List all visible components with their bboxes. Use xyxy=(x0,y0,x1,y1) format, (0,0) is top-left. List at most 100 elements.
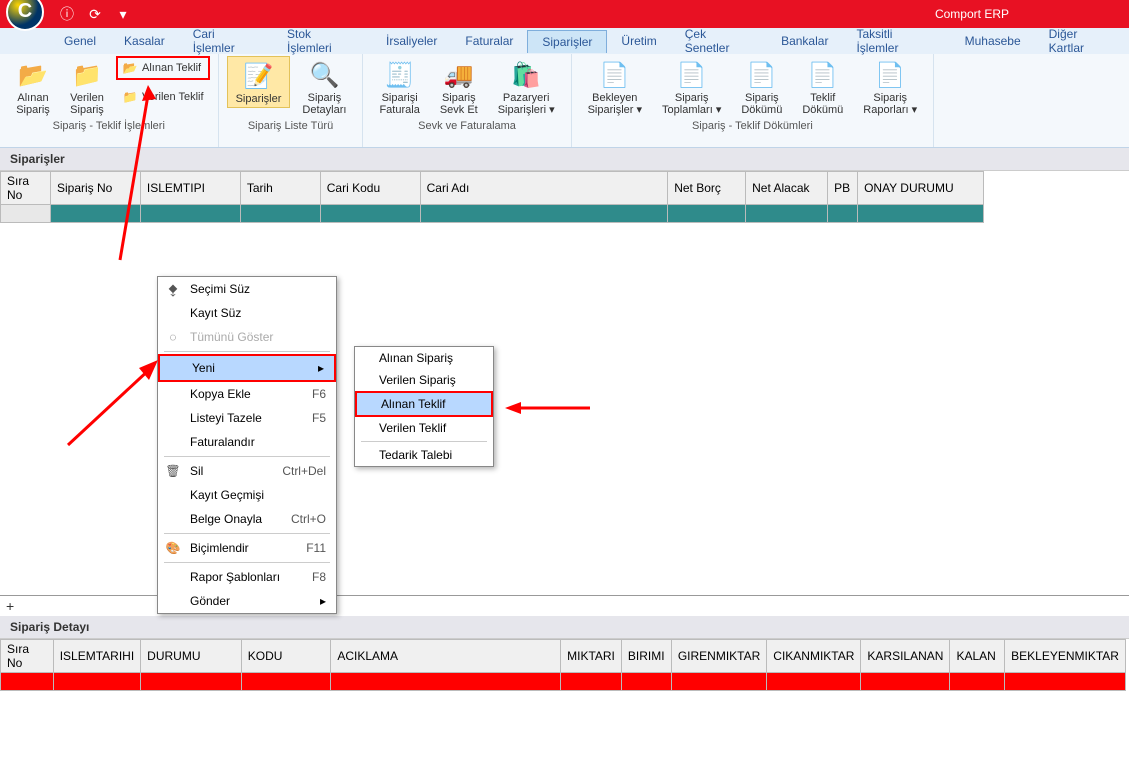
sub-alinan-siparis[interactable]: Alınan Sipariş xyxy=(355,347,493,369)
menu-fatura[interactable]: Faturalar xyxy=(451,30,527,52)
cm-yeni[interactable]: Yeni▸ xyxy=(158,354,336,382)
docs-icon: 📄 xyxy=(598,58,632,92)
cm-kayit-gecmisi[interactable]: Kayıt Geçmişi xyxy=(158,483,336,507)
context-submenu-yeni: Alınan Sipariş Verilen Sipariş Alınan Te… xyxy=(354,346,494,467)
col-tarih[interactable]: Tarih xyxy=(240,172,320,205)
col-bekleyen[interactable]: BEKLEYENMIKTAR xyxy=(1005,640,1126,673)
refresh-icon[interactable]: ⟳ xyxy=(86,5,104,23)
col-sira-no[interactable]: Sıra No xyxy=(1,172,51,205)
docs-icon: 📄 xyxy=(806,58,840,92)
siparis-sevk-button[interactable]: 🚚 Sipariş Sevk Et xyxy=(432,56,486,118)
col-cari-kodu[interactable]: Cari Kodu xyxy=(320,172,420,205)
alinan-siparis-button[interactable]: 📂 Alınan Sipariş xyxy=(8,56,58,118)
siparis-raporlari-button[interactable]: 📄 Sipariş Raporları ▾ xyxy=(855,56,925,118)
menu-kasalar[interactable]: Kasalar xyxy=(110,30,179,52)
col-net-borc[interactable]: Net Borç xyxy=(668,172,746,205)
col-miktari[interactable]: MIKTARI xyxy=(561,640,622,673)
format-icon: 🎨 xyxy=(164,540,182,556)
folder-in-icon: 📂 xyxy=(16,58,50,92)
col-girenmiktar[interactable]: GIRENMIKTAR xyxy=(671,640,766,673)
bekleyen-siparisler-button[interactable]: 📄 Bekleyen Siparişler ▾ xyxy=(580,56,650,118)
col-onay[interactable]: ONAY DURUMU xyxy=(858,172,984,205)
col-islemtarihi[interactable]: ISLEMTARIHI xyxy=(53,640,140,673)
menu-diger[interactable]: Diğer Kartlar xyxy=(1035,23,1129,59)
cm-kayit-suz[interactable]: Kayıt Süz xyxy=(158,301,336,325)
ribbon-group-2: 📝 Siparişler 🔍 Sipariş Detayları Sipariş… xyxy=(219,54,364,147)
truck-icon: 🚚 xyxy=(442,58,476,92)
siparisler-button[interactable]: 📝 Siparişler xyxy=(227,56,291,108)
app-title: Comport ERP xyxy=(935,7,1009,21)
cm-belge-onayla[interactable]: Belge OnaylaCtrl+O xyxy=(158,507,336,531)
col-cari-adi[interactable]: Cari Adı xyxy=(420,172,668,205)
col-net-alacak[interactable]: Net Alacak xyxy=(746,172,828,205)
delete-icon: 🗑 xyxy=(164,463,182,479)
sub-tedarik-talebi[interactable]: Tedarik Talebi xyxy=(355,444,493,466)
chevron-right-icon: ▸ xyxy=(318,361,324,375)
menu-siparisler[interactable]: Siparişler xyxy=(527,30,607,53)
titlebar: C ⓘ ⟳ ▾ Comport ERP xyxy=(0,0,1129,28)
siparisi-faturala-button[interactable]: 🧾 Siparişi Faturala xyxy=(371,56,427,118)
col-cikanmiktar[interactable]: CIKANMIKTAR xyxy=(767,640,861,673)
table-siparis-detay[interactable]: Sıra No ISLEMTARIHI DURUMU KODU ACIKLAMA… xyxy=(0,639,1126,691)
sub-verilen-siparis[interactable]: Verilen Sipariş xyxy=(355,369,493,391)
menu-bankalar[interactable]: Bankalar xyxy=(767,30,842,52)
show-all-icon: ◌ xyxy=(164,329,182,345)
teklif-dokumu-button[interactable]: 📄 Teklif Dökümü xyxy=(794,56,851,118)
pazaryeri-button[interactable]: 🛍️ Pazaryeri Siparişleri ▾ xyxy=(490,56,563,118)
cm-secimi-suz[interactable]: ⧪Seçimi Süz xyxy=(158,277,336,301)
context-menu-main: ⧪Seçimi Süz Kayıt Süz ◌Tümünü Göster Yen… xyxy=(157,276,337,614)
group-title: Sipariş - Teklif Dökümleri xyxy=(692,120,813,132)
docs-icon: 📄 xyxy=(675,58,709,92)
col-aciklama[interactable]: ACIKLAMA xyxy=(331,640,561,673)
cm-faturalandir[interactable]: Faturalandır xyxy=(158,430,336,454)
cm-kopya-ekle[interactable]: Kopya EkleF6 xyxy=(158,382,336,406)
titlebar-icons: ⓘ ⟳ ▾ xyxy=(58,5,132,23)
siparis-toplamlari-button[interactable]: 📄 Sipariş Toplamları ▾ xyxy=(654,56,729,118)
cm-gonder[interactable]: Gönder▸ xyxy=(158,589,336,613)
siparis-detaylari-button[interactable]: 🔍 Sipariş Detayları xyxy=(294,56,354,118)
note-icon: 📝 xyxy=(241,59,275,93)
app-logo: C xyxy=(6,0,44,31)
filter-icon: ⧪ xyxy=(164,281,182,297)
menubar: Genel Kasalar Cari İşlemler Stok İşlemle… xyxy=(0,28,1129,54)
group-title: Sipariş Liste Türü xyxy=(248,120,333,132)
docs-icon: 📄 xyxy=(745,58,779,92)
annotation-arrow-1 xyxy=(110,85,160,268)
sub-alinan-teklif[interactable]: Alınan Teklif xyxy=(355,391,493,417)
panel-title-detay: Sipariş Detayı xyxy=(0,616,1129,639)
cm-listeyi-tazele[interactable]: Listeyi TazeleF5 xyxy=(158,406,336,430)
col-sira-no[interactable]: Sıra No xyxy=(1,640,54,673)
annotation-arrow-2 xyxy=(63,360,163,453)
menu-muhasebe[interactable]: Muhasebe xyxy=(951,30,1035,52)
table-row[interactable] xyxy=(1,673,1126,691)
col-birimi[interactable]: BIRIMI xyxy=(621,640,671,673)
shield-icon[interactable]: ▾ xyxy=(114,5,132,23)
col-kodu[interactable]: KODU xyxy=(241,640,331,673)
col-karsilanan[interactable]: KARSILANAN xyxy=(861,640,950,673)
menu-uretim[interactable]: Üretim xyxy=(607,30,670,52)
info-icon[interactable]: ⓘ xyxy=(58,5,76,23)
annotation-arrow-3 xyxy=(505,398,595,421)
folder-out-icon: 📁 xyxy=(70,58,104,92)
menu-irsaliye[interactable]: İrsaliyeler xyxy=(372,30,451,52)
menu-genel[interactable]: Genel xyxy=(50,30,110,52)
siparis-dokumu-button[interactable]: 📄 Sipariş Dökümü xyxy=(733,56,790,118)
docs-icon: 📄 xyxy=(873,58,907,92)
ribbon-group-4: 📄 Bekleyen Siparişler ▾ 📄 Sipariş Toplam… xyxy=(572,54,935,147)
cm-tumunu-goster[interactable]: ◌Tümünü Göster xyxy=(158,325,336,349)
group-title: Sevk ve Faturalama xyxy=(418,120,516,132)
cm-bicimlendir[interactable]: 🎨BiçimlendirF11 xyxy=(158,536,336,560)
cm-rapor-sablonlari[interactable]: Rapor ŞablonlarıF8 xyxy=(158,565,336,589)
sub-verilen-teklif[interactable]: Verilen Teklif xyxy=(355,417,493,439)
verilen-siparis-button[interactable]: 📁 Verilen Sipariş xyxy=(62,56,112,118)
col-kalan[interactable]: KALAN xyxy=(950,640,1005,673)
ribbon: 📂 Alınan Sipariş 📁 Verilen Sipariş 📂 Alı… xyxy=(0,54,1129,148)
panel-title-siparisler: Siparişler xyxy=(0,148,1129,171)
ribbon-group-3: 🧾 Siparişi Faturala 🚚 Sipariş Sevk Et 🛍️… xyxy=(363,54,571,147)
col-durumu[interactable]: DURUMU xyxy=(141,640,242,673)
alinan-teklif-button[interactable]: 📂 Alınan Teklif xyxy=(116,56,210,80)
chevron-right-icon: ▸ xyxy=(320,594,326,608)
cm-sil[interactable]: 🗑SilCtrl+Del xyxy=(158,459,336,483)
col-pb[interactable]: PB xyxy=(828,172,858,205)
search-icon: 🔍 xyxy=(307,58,341,92)
